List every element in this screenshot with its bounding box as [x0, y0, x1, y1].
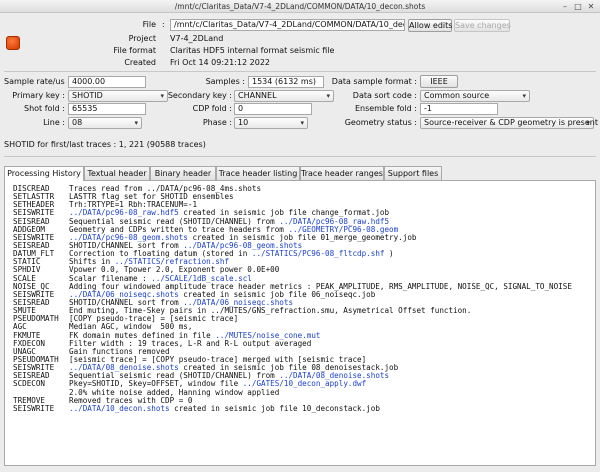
file-format-value: Claritas HDF5 internal format seismic fi… [170, 46, 335, 55]
tab-processing-history[interactable]: Processing History [4, 166, 84, 181]
sample-rate-field[interactable]: 4000.00 [68, 76, 146, 88]
project-value: V7-4_2DLand [170, 34, 224, 43]
maximize-icon[interactable]: □ [573, 2, 583, 11]
line-select[interactable]: 08 ▾ [68, 117, 142, 129]
history-text-suffix: created in seismic job file 10_deconstac… [169, 403, 380, 413]
cdp-fold-label: CDP fold : [192, 104, 232, 113]
samples-label: Samples : [205, 77, 245, 86]
tab-trace-header-ranges[interactable]: Trace header ranges [300, 166, 384, 180]
phase-label: Phase : [202, 118, 232, 127]
title-bar: /mnt/c/Claritas_Data/V7-4_2DLand/COMMON/… [0, 0, 600, 13]
file-format-label: File format [113, 46, 156, 55]
chevron-down-icon: ▾ [586, 119, 590, 127]
close-icon[interactable]: ✕ [586, 2, 596, 11]
tab-support-files[interactable]: Support files [384, 166, 442, 180]
primary-key-label: Primary key : [12, 91, 65, 100]
history-file-link[interactable]: ../DATA/10_decon.shots [69, 404, 170, 413]
cdp-fold-field[interactable]: 0 [234, 103, 312, 115]
tab-binary-header[interactable]: Binary header [150, 166, 216, 180]
chevron-down-icon: ▾ [326, 92, 330, 100]
app-logo-icon [6, 36, 20, 50]
divider [4, 71, 596, 72]
shotid-info: SHOTID for first/last traces : 1, 221 (9… [4, 140, 206, 149]
processing-history-panel[interactable]: DISCREAD Traces read from ../DATA/pc96-08… [4, 180, 596, 466]
phase-select[interactable]: 10 ▾ [234, 117, 308, 129]
save-changes-button[interactable]: Save changes [454, 19, 511, 32]
ensemble-fold-label: Ensemble fold : [354, 104, 417, 113]
created-label: Created [124, 58, 156, 67]
samples-field: 1534 (6132 ms) [248, 76, 324, 88]
geometry-status-select[interactable]: Source-receiver & CDP geometry is presen… [420, 117, 598, 129]
data-sort-code-label: Data sort code : [352, 91, 417, 100]
chevron-down-icon: ▾ [300, 119, 304, 127]
tab-textual-header[interactable]: Textual header [84, 166, 150, 180]
sample-rate-label: Sample rate/us : [4, 77, 70, 86]
history-text-suffix: ) [384, 249, 394, 259]
allow-edits-button[interactable]: Allow edits [408, 19, 452, 32]
primary-key-select[interactable]: SHOTID ▾ [68, 90, 168, 102]
secondary-key-label: Secondary key : [167, 91, 232, 100]
secondary-key-select[interactable]: CHANNEL ▾ [234, 90, 334, 102]
processing-history-list: DISCREAD Traces read from ../DATA/pc96-08… [13, 184, 572, 413]
shot-fold-label: Shot fold : [24, 104, 65, 113]
geometry-status-label: Geometry status : [344, 118, 417, 127]
history-module: SCDECON [13, 379, 46, 389]
chevron-down-icon: ▾ [134, 119, 138, 127]
data-sort-code-select[interactable]: Common source ▾ [420, 90, 530, 102]
history-line: SEISWRITE ../DATA/10_decon.shots created … [13, 403, 572, 413]
window-title: /mnt/c/Claritas_Data/V7-4_2DLand/COMMON/… [174, 2, 426, 11]
history-module: SEISWRITE [13, 403, 55, 413]
history-file-link[interactable]: ../STATICS/PC96-08_fltcdp.shf [252, 249, 385, 258]
minimize-icon[interactable]: – [560, 2, 570, 11]
shot-fold-field[interactable]: 65535 [68, 103, 146, 115]
file-label: File [142, 20, 156, 29]
chevron-down-icon: ▾ [160, 92, 164, 100]
line-label: Line : [43, 118, 65, 127]
project-label: Project [128, 34, 156, 43]
divider [4, 156, 596, 157]
data-sample-format-label: Data sample format : [331, 77, 417, 86]
tab-trace-header-listing[interactable]: Trace header listing [216, 166, 300, 180]
ensemble-fold-field[interactable]: -1 [420, 103, 498, 115]
created-value: Fri Oct 14 09:21:12 2022 [170, 58, 271, 67]
chevron-down-icon: ▾ [522, 92, 526, 100]
data-format-button[interactable]: IEEE [420, 75, 458, 88]
file-path-field: /mnt/c/Claritas_Data/V7-4_2DLand/COMMON/… [170, 19, 405, 31]
